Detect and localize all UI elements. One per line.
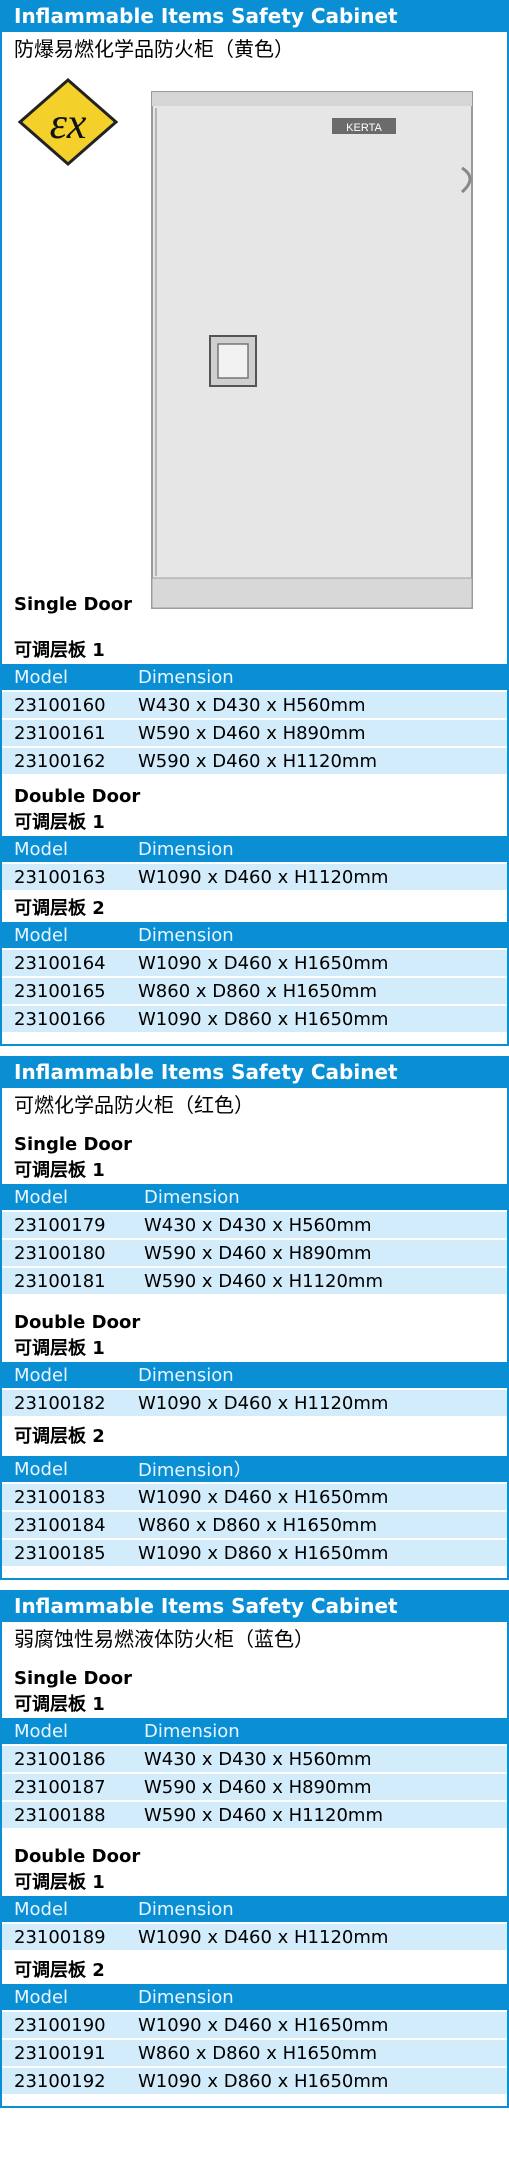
spec-table: Model Dimension 23100163 W1090 x D460 x H1… (2, 836, 507, 890)
brand-badge: KERTA (346, 122, 382, 134)
table-row: 23100182 W1090 x D460 x H1120mm (2, 1388, 507, 1416)
table-row: 23100181 W590 x D460 x H1120mm (2, 1266, 507, 1294)
table-row: 23100186 W430 x D430 x H560mm (2, 1744, 507, 1773)
spec-table: Model Dimension 23100182 W1090 x D460 x H1… (2, 1362, 507, 1416)
shelf-label: 可调层板 2 (14, 898, 105, 919)
table-row: 23100184 W860 x D860 x H1650mm (2, 1510, 507, 1539)
col-dimension-header: Dimension (138, 664, 507, 691)
table-row: 23100165 W860 x D860 x H1650mm (2, 976, 507, 1005)
shelf-label: 可调层板 1 (14, 1694, 105, 1715)
table-row: 23100185 W1090 x D860 x H1650mm (2, 1538, 507, 1566)
door-type-label: Double Door (14, 1312, 141, 1333)
shelf-label: 可调层板 1 (14, 1872, 105, 1893)
table-row: 23100187 W590 x D460 x H890mm (2, 1772, 507, 1801)
table-row: 23100164 W1090 x D460 x H1650mm (2, 948, 507, 977)
spec-table: Model Dimension） 23100183 W1090 x D460 x H… (2, 1456, 507, 1566)
table-row: 23100180 W590 x D460 x H890mm (2, 1238, 507, 1267)
shelf-label: 可调层板 1 (14, 1160, 105, 1181)
section-blue: Inflammable Items Safety Cabinet 弱腐蚀性易燃液… (0, 1590, 509, 2108)
shelf-label: 可调层板 2 (14, 1426, 105, 1447)
section-body: 防爆易燃化学品防火柜（黄色） εx KERTA Single Door 可调层板… (0, 32, 509, 1046)
ex-explosion-proof-icon: εx (18, 78, 118, 166)
table-row: 23100160 W430 x D430 x H560mm (2, 690, 507, 719)
section-body: 弱腐蚀性易燃液体防火柜（蓝色） Single Door 可调层板 1 Model… (0, 1622, 509, 2108)
section-subtitle: 弱腐蚀性易燃液体防火柜（蓝色） (14, 1627, 314, 1651)
catalog-page: Inflammable Items Safety Cabinet 防爆易燃化学品… (0, 0, 509, 2108)
col-model-header: Model (2, 664, 138, 691)
section-body: 可燃化学品防火柜（红色） Single Door 可调层板 1 Model Dim… (0, 1088, 509, 1580)
product-image: εx KERTA Single Door (2, 66, 507, 638)
section-subtitle: 防爆易燃化学品防火柜（黄色） (14, 37, 294, 61)
spec-table: Model Dimension 23100164 W1090 x D460 x H1… (2, 922, 507, 1032)
table-row: 23100166 W1090 x D860 x H1650mm (2, 1004, 507, 1032)
spec-table: Model Dimension 23100189 W1090 x D460 x H1… (2, 1896, 507, 1950)
shelf-label: 可调层板 1 (14, 1338, 105, 1359)
section-title: Inflammable Items Safety Cabinet (0, 1590, 509, 1622)
door-type-label: Single Door (14, 594, 133, 615)
shelf-label: 可调层板 1 (14, 812, 105, 833)
door-type-label: Double Door (14, 786, 141, 807)
section-title: Inflammable Items Safety Cabinet (0, 1056, 509, 1088)
shelf-label: 可调层板 1 (14, 640, 105, 661)
spec-table: Model Dimension 23100186 W430 x D430 x H56… (2, 1718, 507, 1828)
table-row: 23100191 W860 x D860 x H1650mm (2, 2038, 507, 2067)
table-row: 23100190 W1090 x D460 x H1650mm (2, 2010, 507, 2039)
door-type-label: Single Door (14, 1668, 133, 1689)
table-row: 23100161 W590 x D460 x H890mm (2, 718, 507, 747)
section-red: Inflammable Items Safety Cabinet 可燃化学品防火… (0, 1056, 509, 1580)
table-row: 23100162 W590 x D460 x H1120mm (2, 746, 507, 774)
svg-text:εx: εx (50, 99, 87, 148)
spec-table: Model Dimension 23100160 W430 x D430 x H56… (2, 664, 507, 774)
table-row: 23100163 W1090 x D460 x H1120mm (2, 862, 507, 890)
table-row: 23100179 W430 x D430 x H560mm (2, 1210, 507, 1239)
safety-cabinet-image: KERTA (151, 91, 473, 618)
table-row: 23100183 W1090 x D460 x H1650mm (2, 1482, 507, 1511)
section-title: Inflammable Items Safety Cabinet (0, 0, 509, 32)
door-type-label: Double Door (14, 1846, 141, 1867)
table-row: 23100192 W1090 x D860 x H1650mm (2, 2066, 507, 2094)
shelf-label: 可调层板 2 (14, 1960, 105, 1981)
spec-table: Model Dimension 23100179 W430 x D430 x H56… (2, 1184, 507, 1294)
table-row: 23100188 W590 x D460 x H1120mm (2, 1800, 507, 1828)
door-type-label: Single Door (14, 1134, 133, 1155)
section-subtitle: 可燃化学品防火柜（红色） (14, 1093, 254, 1117)
spec-table: Model Dimension 23100190 W1090 x D460 x H1… (2, 1984, 507, 2094)
table-row: 23100189 W1090 x D460 x H1120mm (2, 1922, 507, 1950)
section-yellow: Inflammable Items Safety Cabinet 防爆易燃化学品… (0, 0, 509, 1046)
